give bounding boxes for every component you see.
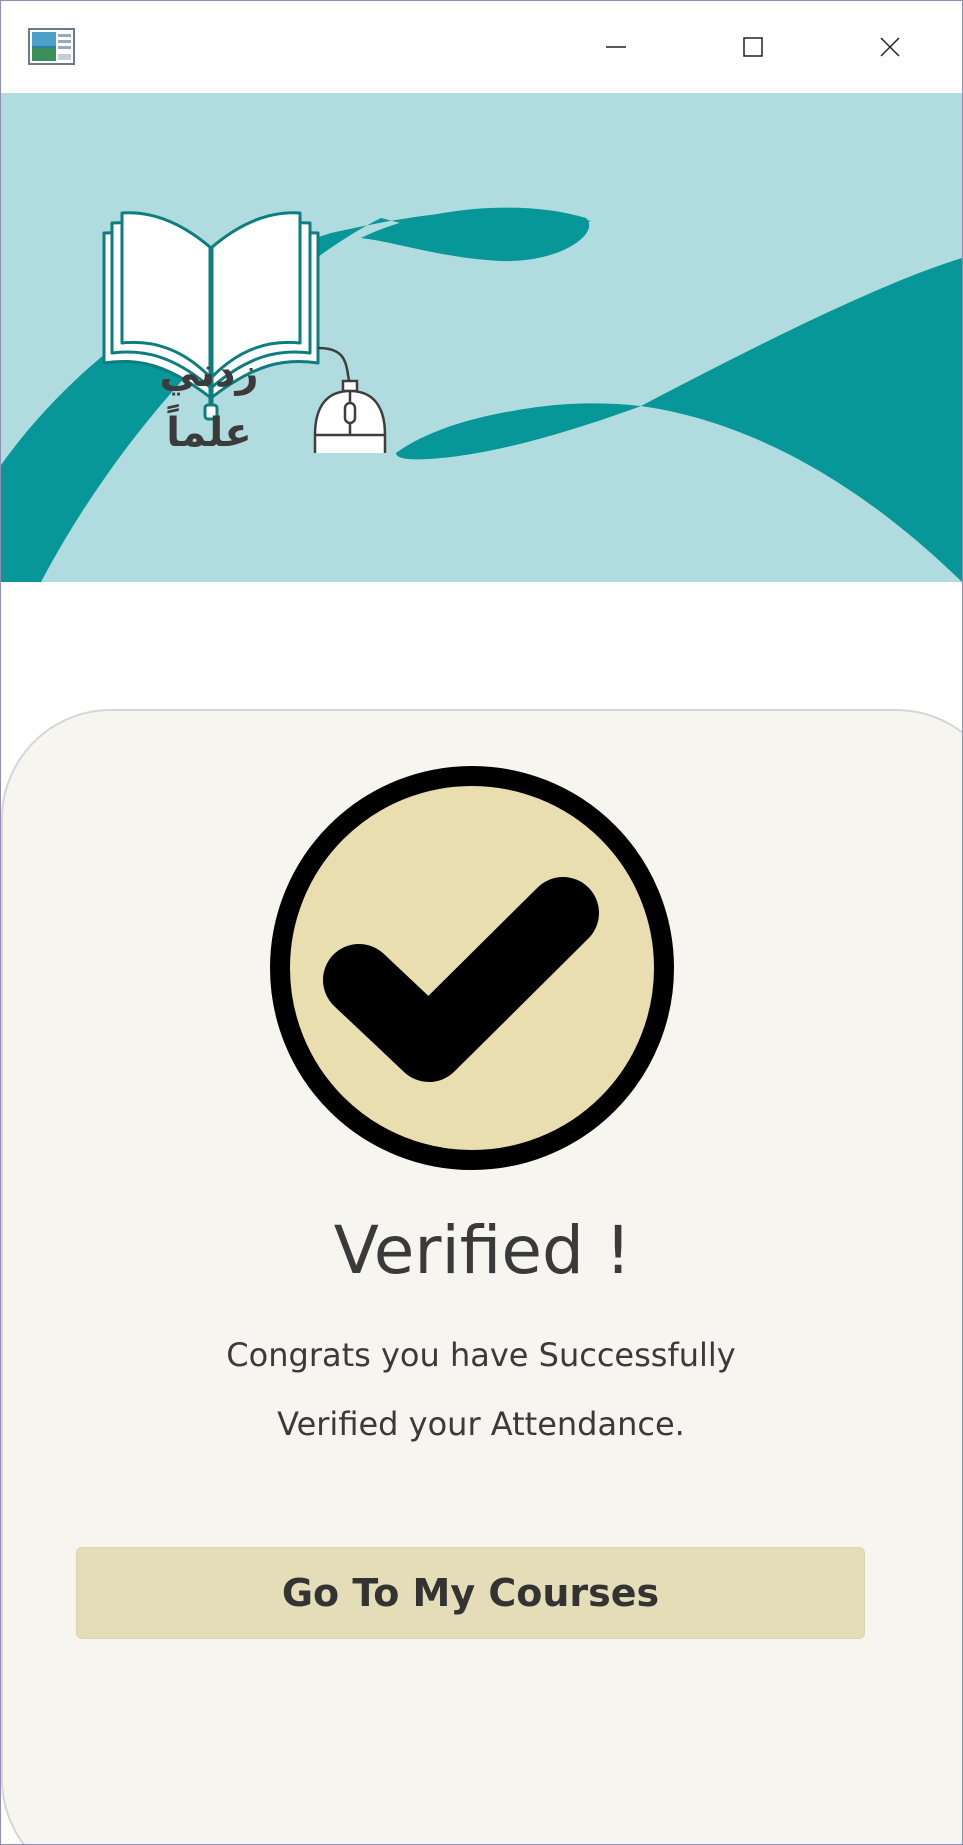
close-button[interactable]	[821, 1, 958, 93]
verified-title: Verified !	[333, 1212, 632, 1289]
verification-message-line2: Verified your Attendance.	[277, 1405, 685, 1443]
go-to-my-courses-button[interactable]: Go To My Courses	[76, 1547, 865, 1639]
app-window: زدني علماً Verified ! Congrats you have …	[0, 0, 963, 1845]
computer-mouse-icon	[313, 346, 387, 507]
maximize-icon	[742, 37, 763, 57]
title-bar	[1, 1, 962, 93]
check-circle-icon	[269, 766, 677, 1171]
maximize-button[interactable]	[684, 1, 821, 93]
logo-arabic-text: زدني علماً	[159, 350, 259, 456]
minimize-icon	[605, 46, 626, 48]
minimize-button[interactable]	[547, 1, 684, 93]
app-window-icon	[28, 28, 75, 65]
verification-message: Congrats you have Successfully Verified …	[181, 1321, 781, 1459]
close-icon	[879, 37, 900, 57]
app-logo	[96, 153, 416, 507]
verification-message-line1: Congrats you have Successfully	[226, 1336, 736, 1374]
header-banner: زدني علماً	[1, 93, 962, 582]
